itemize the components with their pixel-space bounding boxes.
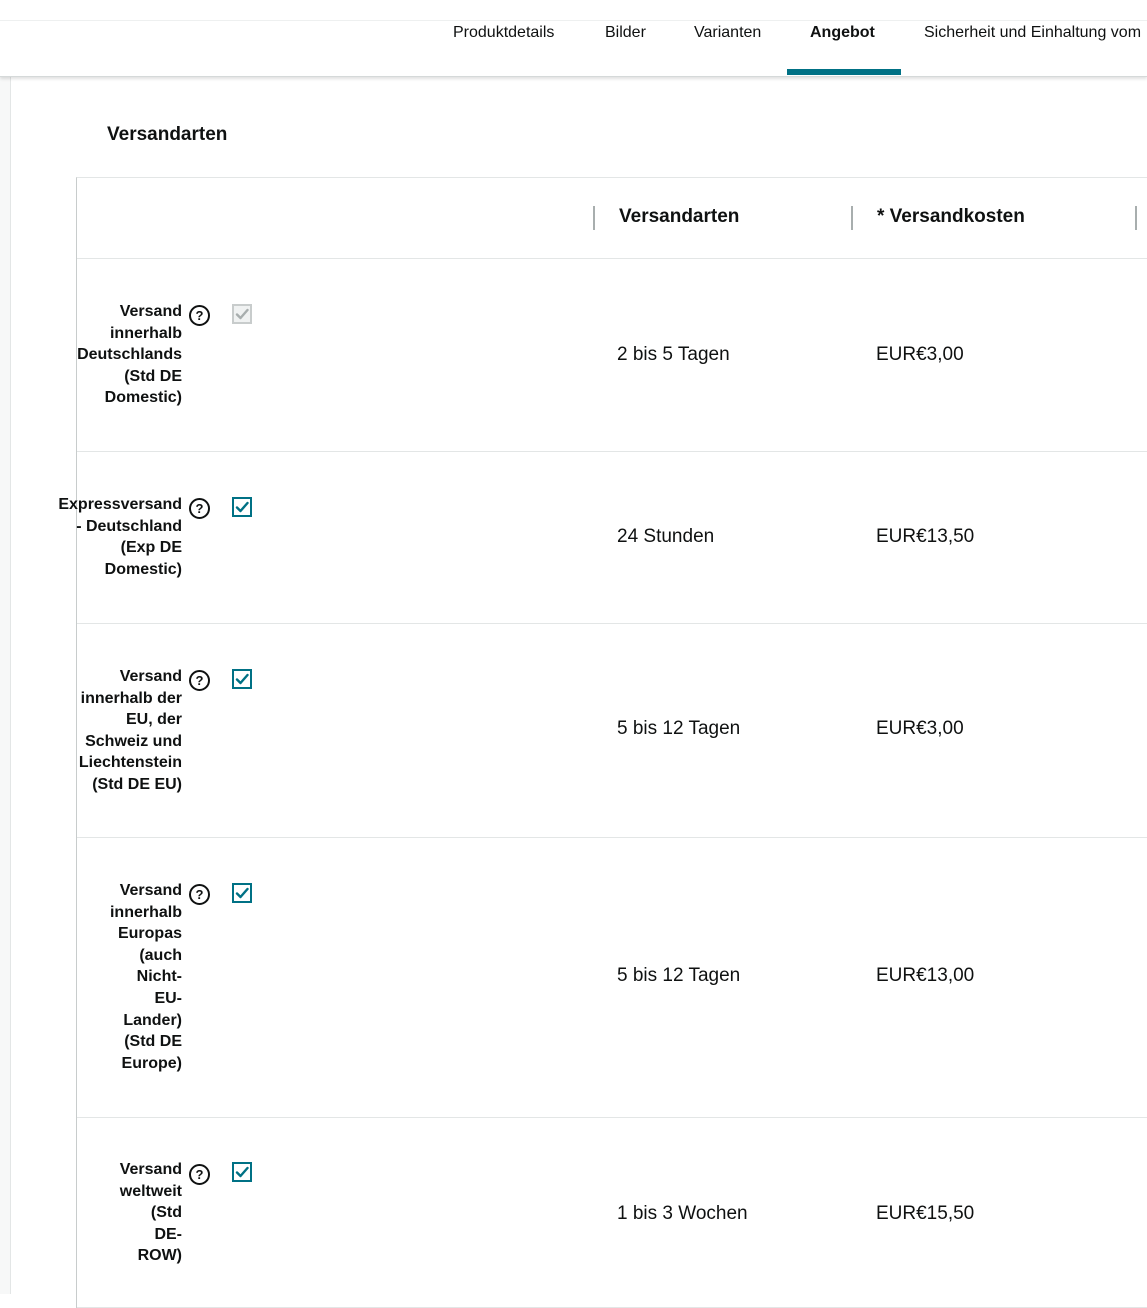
- tab-sicherheit[interactable]: Sicherheit und Einhaltung vom: [924, 24, 1141, 42]
- label-line: Versand: [119, 1161, 182, 1178]
- column-separator[interactable]: [593, 206, 595, 230]
- shipping-cost: EUR€3,00: [876, 344, 964, 365]
- help-circle-icon[interactable]: ?: [189, 670, 210, 691]
- label-line: Lander): [123, 1011, 182, 1029]
- shipping-method-label: Versand weltweit (Std DE- ROW): [120, 1159, 182, 1267]
- label-line: (auch: [139, 946, 182, 964]
- active-tab-indicator: [787, 69, 901, 75]
- label-line: Europe): [121, 1054, 182, 1072]
- shipping-cost: EUR€13,00: [876, 965, 975, 986]
- label-line: ROW): [137, 1247, 182, 1265]
- help-circle-icon[interactable]: ?: [189, 305, 210, 326]
- shipping-method-checkbox[interactable]: [232, 304, 252, 324]
- shipping-method-checkbox[interactable]: [232, 1162, 252, 1182]
- tab-produktdetails[interactable]: Produktdetails: [453, 24, 554, 42]
- header-versandkosten: * Versandkosten: [877, 206, 1025, 227]
- checkmark-icon: [235, 673, 249, 685]
- label-line: Nicht-: [136, 968, 182, 986]
- shipping-method-checkbox[interactable]: [232, 497, 252, 517]
- tab-bilder[interactable]: Bilder: [605, 24, 646, 42]
- shipping-cost: EUR€13,50: [876, 526, 975, 547]
- checkmark-icon: [235, 887, 249, 899]
- label-line: Schweiz und: [85, 732, 182, 750]
- label-line: Versand: [119, 668, 182, 685]
- label-line: innerhalb: [109, 324, 182, 342]
- label-line: (Std DE: [124, 1033, 182, 1051]
- shipping-method-label: Expressversand - Deutschland (Exp DE Domest…: [58, 494, 182, 580]
- table-row: Versand innerhalb Deutschlands (Std DE Domes…: [77, 258, 1147, 452]
- shipping-cost: EUR€3,00: [876, 718, 964, 739]
- label-line: - Deutschland: [76, 517, 182, 535]
- label-line: Versand: [119, 303, 182, 320]
- shipping-duration: 5 bis 12 Tagen: [617, 965, 741, 986]
- left-rail: [0, 77, 11, 1294]
- label-line: (Exp DE: [120, 539, 182, 557]
- label-line: Deutschlands: [77, 346, 182, 364]
- label-line: Expressversand: [58, 496, 182, 513]
- shipping-method-label: Versand innerhalb der EU, der Schweiz und Li…: [79, 666, 182, 796]
- label-line: (Std DE: [124, 367, 182, 385]
- shipping-method-checkbox[interactable]: [232, 883, 252, 903]
- label-line: Domestic): [104, 560, 182, 578]
- table-row: Versand innerhalb Europas (auch Nicht- EU- Lan…: [77, 837, 1147, 1118]
- table-row: Versand innerhalb der EU, der Schweiz und Li…: [77, 623, 1147, 838]
- tab-varianten[interactable]: Varianten: [694, 24, 761, 42]
- label-line: EU, der: [125, 711, 182, 729]
- help-circle-icon[interactable]: ?: [189, 498, 210, 519]
- shipping-cost: EUR€15,50: [876, 1203, 975, 1224]
- table-row: Expressversand - Deutschland (Exp DE Domest…: [58, 451, 1147, 624]
- nav-top-divider: [0, 20, 1147, 21]
- shipping-method-label: Versand innerhalb Deutschlands (Std DE Domes…: [77, 301, 182, 409]
- label-line: Versand: [119, 882, 182, 899]
- table-row: Versand weltweit (Std DE- ROW)? 1 bis 3 Woche…: [77, 1117, 1147, 1308]
- checkmark-icon: [235, 1166, 249, 1178]
- help-circle-icon[interactable]: ?: [189, 884, 210, 905]
- label-line: Liechtenstein: [78, 754, 182, 772]
- label-line: Domestic): [104, 389, 182, 407]
- help-circle-icon[interactable]: ?: [189, 1164, 210, 1185]
- label-line: innerhalb der: [80, 689, 182, 707]
- label-line: EU-: [154, 989, 182, 1007]
- column-separator[interactable]: [1135, 206, 1137, 230]
- shipping-method-checkbox[interactable]: [232, 669, 252, 689]
- label-line: (Std: [150, 1204, 182, 1222]
- top-navigation: Produktdetails Bilder Varianten Angebot …: [0, 0, 1147, 77]
- table-header: Versandarten * Versandkosten: [77, 178, 1147, 259]
- checkmark-icon: [235, 308, 249, 320]
- shipping-duration: 1 bis 3 Wochen: [617, 1203, 748, 1224]
- section-title: Versandarten: [107, 124, 228, 145]
- checkmark-icon: [235, 501, 249, 513]
- shipping-duration: 2 bis 5 Tagen: [617, 344, 730, 365]
- label-line: Europas: [117, 925, 182, 943]
- label-line: DE-: [154, 1225, 182, 1243]
- shipping-method-label: Versand innerhalb Europas (auch Nicht- EU- Lan…: [110, 880, 182, 1074]
- shipping-duration: 24 Stunden: [617, 526, 715, 547]
- column-separator[interactable]: [851, 206, 853, 230]
- shipping-duration: 5 bis 12 Tagen: [617, 718, 741, 739]
- shipping-table: Versandarten * Versandkosten Versand inne…: [58, 177, 1147, 1308]
- label-line: (Std DE EU): [92, 775, 182, 793]
- header-versandarten: Versandarten: [619, 206, 740, 227]
- label-line: weltweit: [119, 1182, 182, 1200]
- label-line: innerhalb: [109, 903, 182, 921]
- tab-angebot[interactable]: Angebot: [810, 24, 875, 42]
